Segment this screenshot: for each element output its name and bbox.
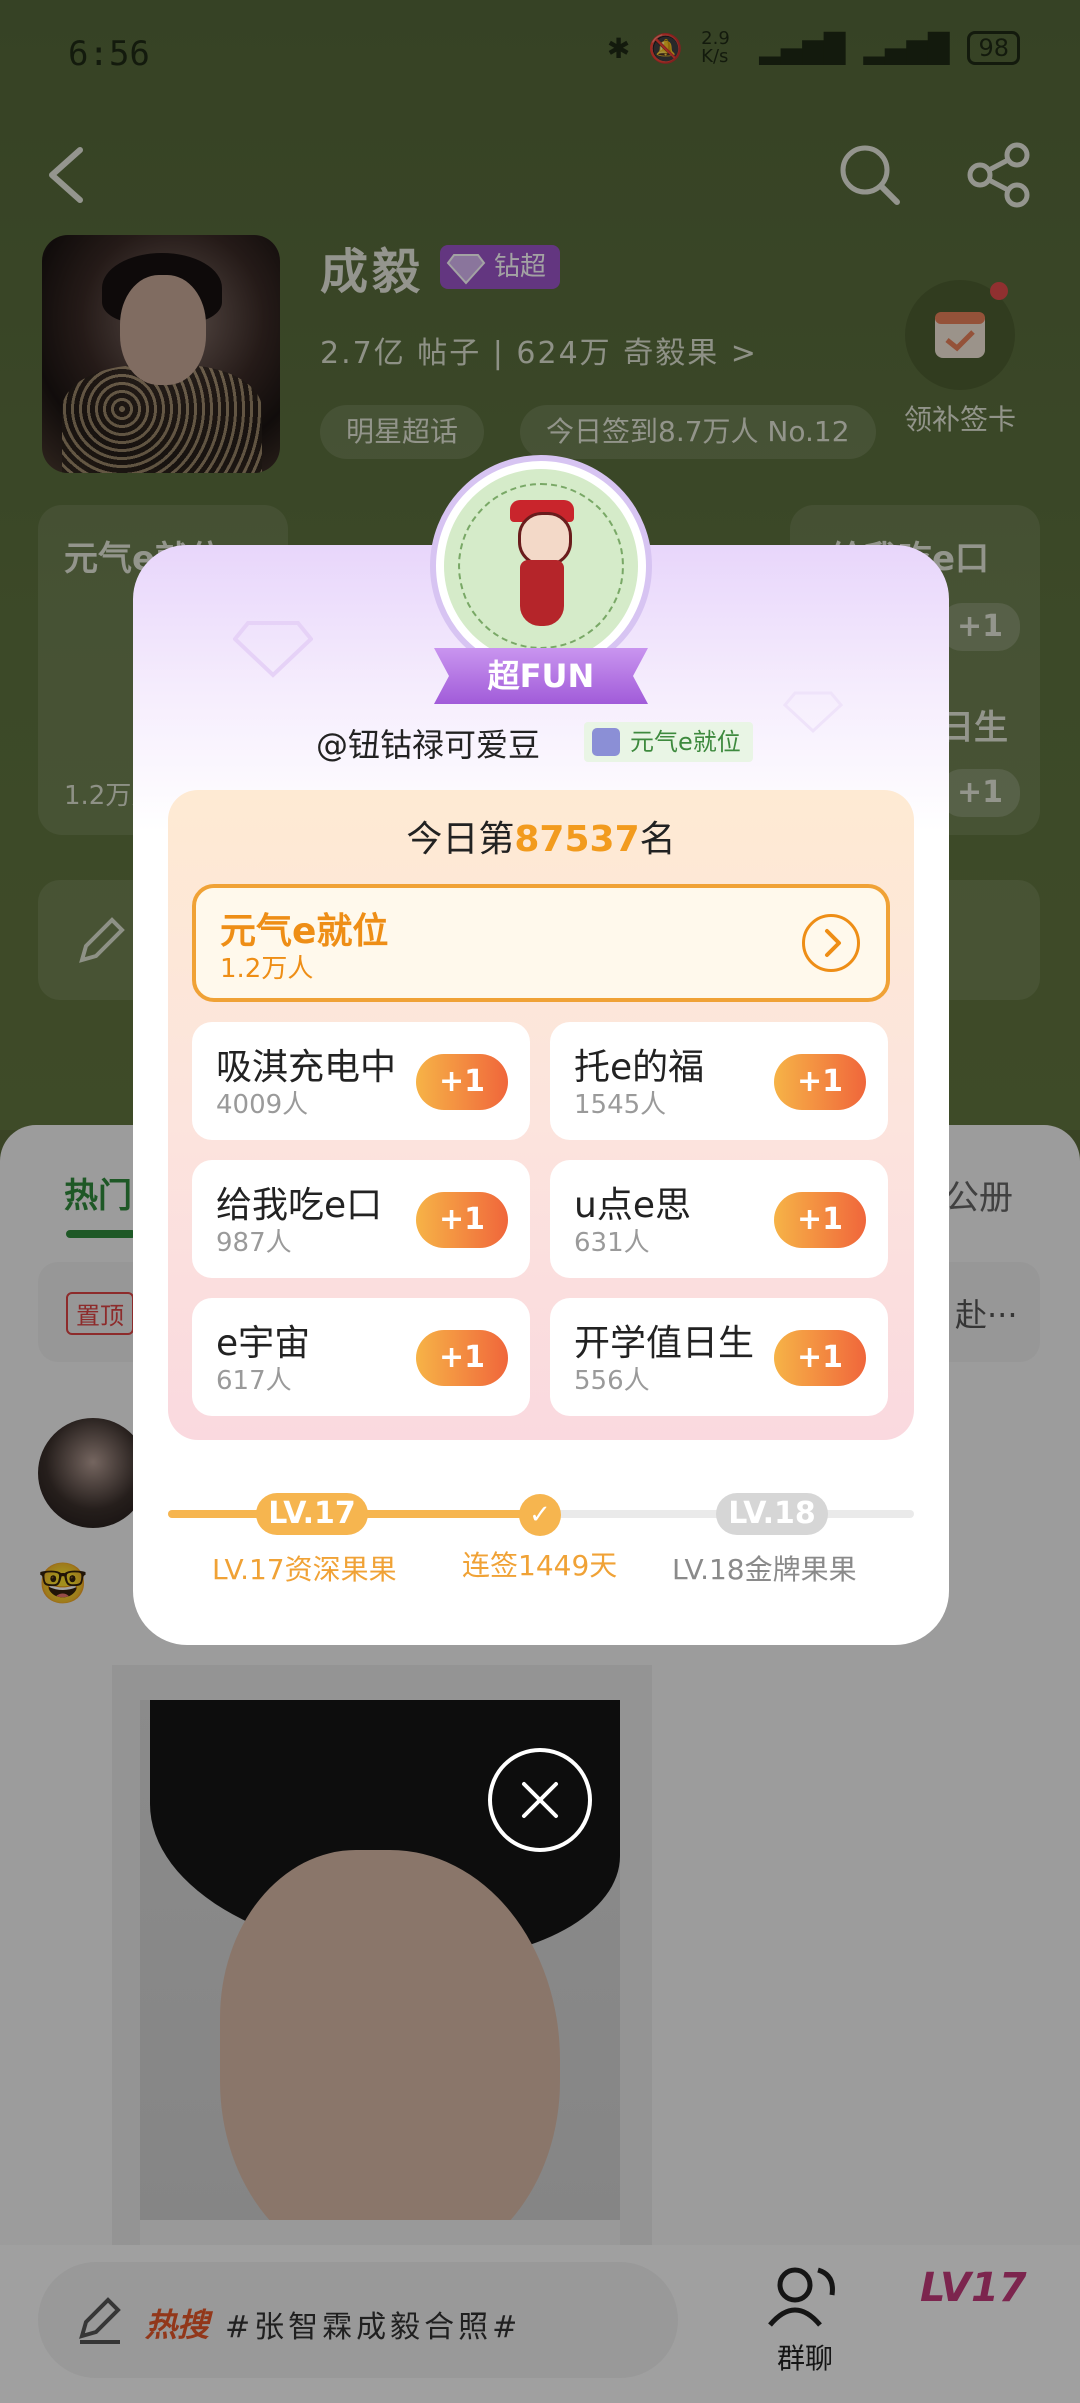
role-item-count: 617人 <box>216 1366 292 1396</box>
rank-number: 87537 <box>514 819 640 860</box>
role-item[interactable]: 吸淇充电中 4009人 +1 <box>192 1022 530 1140</box>
rank-suffix: 名 <box>639 819 676 860</box>
plus-one-button[interactable]: +1 <box>416 1330 508 1386</box>
plus-one-button[interactable]: +1 <box>774 1330 866 1386</box>
user-handle: @钮钴禄可爱豆 <box>316 726 541 764</box>
close-button[interactable] <box>488 1748 592 1852</box>
role-tag: 元气e就位 <box>584 722 753 762</box>
role-item[interactable]: e宇宙 617人 +1 <box>192 1298 530 1416</box>
current-role-count: 1.2万人 <box>220 954 314 984</box>
chibi-body <box>520 560 564 626</box>
next-level-label: LV.18金牌果果 <box>672 1553 857 1586</box>
diamond-decor-icon-2 <box>783 691 843 734</box>
role-item-name: u点e思 <box>574 1185 691 1226</box>
calendar-badge-icon <box>592 728 620 756</box>
plus-one-button[interactable]: +1 <box>774 1054 866 1110</box>
role-item-count: 987人 <box>216 1228 292 1258</box>
close-icon <box>522 1782 558 1818</box>
current-role-name: 元气e就位 <box>220 911 389 952</box>
super-fun-ribbon: 超FUN <box>434 648 648 704</box>
plus-one-button[interactable]: +1 <box>416 1192 508 1248</box>
role-item-count: 1545人 <box>574 1090 667 1120</box>
plus-one-button[interactable]: +1 <box>416 1054 508 1110</box>
role-item[interactable]: 开学值日生 556人 +1 <box>550 1298 888 1416</box>
role-item-count: 4009人 <box>216 1090 309 1120</box>
chibi-head <box>518 512 572 566</box>
chevron-right-icon[interactable] <box>802 914 860 972</box>
current-level-pill: LV.17 <box>256 1493 368 1535</box>
role-item-name: e宇宙 <box>216 1323 311 1364</box>
role-item-name: 托e的福 <box>574 1047 705 1088</box>
role-item-count: 556人 <box>574 1366 650 1396</box>
role-item-count: 631人 <box>574 1228 650 1258</box>
check-icon: ✓ <box>519 1494 561 1536</box>
role-item-name: 给我吃e口 <box>216 1185 383 1226</box>
daily-rank: 今日第87537名 <box>168 810 914 862</box>
next-level-pill: LV.18 <box>716 1493 828 1535</box>
rank-prefix: 今日第 <box>406 819 515 860</box>
role-item-name: 开学值日生 <box>574 1323 755 1364</box>
plus-one-button[interactable]: +1 <box>774 1192 866 1248</box>
role-item[interactable]: 给我吃e口 987人 +1 <box>192 1160 530 1278</box>
role-tag-label: 元气e就位 <box>630 728 741 756</box>
diamond-decor-icon <box>233 621 313 678</box>
current-level-label: LV.17资深果果 <box>212 1553 397 1586</box>
role-item-name: 吸淇充电中 <box>216 1047 397 1088</box>
streak-label: 连签1449天 <box>462 1549 618 1582</box>
role-item[interactable]: u点e思 631人 +1 <box>550 1160 888 1278</box>
role-item[interactable]: 托e的福 1545人 +1 <box>550 1022 888 1140</box>
